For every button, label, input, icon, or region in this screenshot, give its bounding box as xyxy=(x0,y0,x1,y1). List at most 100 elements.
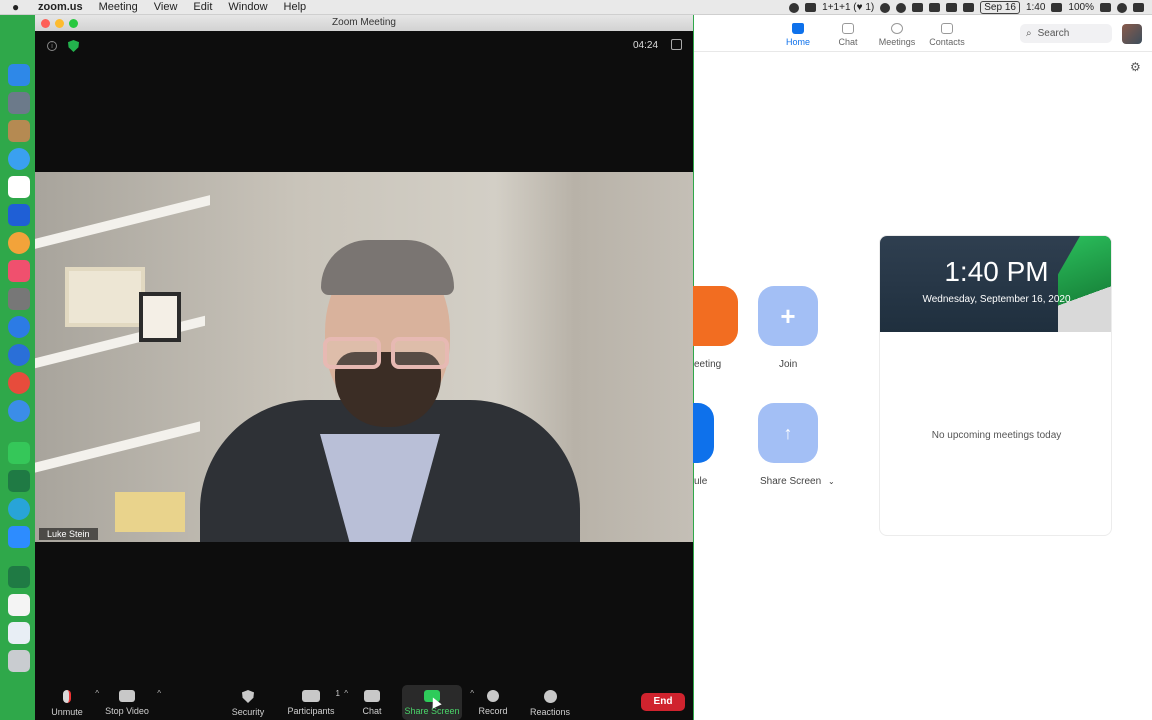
participant-video: Luke Stein xyxy=(35,172,693,542)
share-screen-label[interactable]: Share Screen ⌄ xyxy=(760,476,835,487)
home-icon xyxy=(792,23,804,34)
glasses-lens xyxy=(391,337,449,369)
notes-app-icon[interactable] xyxy=(8,120,30,142)
excel-document-icon[interactable] xyxy=(8,566,30,588)
participant-name-tag: Luke Stein xyxy=(39,528,98,540)
nav-contacts[interactable]: Contacts xyxy=(917,23,977,47)
menu-view[interactable]: View xyxy=(154,1,178,13)
security-label: Security xyxy=(231,707,265,717)
browser-icon[interactable] xyxy=(8,498,30,520)
document-icon[interactable] xyxy=(8,594,30,616)
end-meeting-button[interactable]: End xyxy=(641,693,685,711)
window-title: Zoom Meeting xyxy=(332,17,396,28)
nav-chat-label: Chat xyxy=(838,37,858,47)
clock-icon xyxy=(891,23,903,34)
record-icon xyxy=(487,690,499,702)
home-top-bar: Home Chat Meetings Contacts ⌕ Search xyxy=(694,15,1152,52)
chevron-up-icon[interactable]: ^ xyxy=(470,689,474,698)
reactions-label: Reactions xyxy=(529,707,571,717)
encryption-shield-icon[interactable] xyxy=(68,40,79,52)
minimize-icon[interactable] xyxy=(55,19,64,28)
cloud-icon[interactable] xyxy=(912,3,924,12)
messages-icon[interactable] xyxy=(8,148,30,170)
menu-extra-icon[interactable] xyxy=(805,3,817,12)
zoom-home-window: Home Chat Meetings Contacts ⌕ Search ⚙ e… xyxy=(654,15,1152,720)
dropbox-icon[interactable] xyxy=(929,3,941,12)
upload-arrow-icon: ↑ xyxy=(783,422,793,443)
box-on-shelf xyxy=(115,492,185,532)
excel-icon[interactable] xyxy=(8,470,30,492)
person-glasses xyxy=(323,337,455,371)
menu-time[interactable]: 1:40 xyxy=(1026,2,1045,13)
muted-microphone-icon xyxy=(63,690,71,703)
tweetbot-icon[interactable] xyxy=(8,344,30,366)
apple-menu-icon[interactable]: ● xyxy=(12,0,26,14)
chevron-up-icon[interactable]: ^ xyxy=(344,689,348,698)
control-center-icon[interactable] xyxy=(1133,3,1144,12)
record-status-icon[interactable] xyxy=(789,2,800,13)
chevron-up-icon[interactable]: ^ xyxy=(95,689,99,698)
dock xyxy=(0,58,34,678)
menu-bar: ● zoom.us Meeting View Edit Window Help … xyxy=(0,0,1152,15)
finder-icon[interactable] xyxy=(8,64,30,86)
reactions-button[interactable]: Reactions xyxy=(529,685,571,720)
status-circle-icon[interactable] xyxy=(880,2,891,13)
calendar-icon[interactable] xyxy=(8,176,30,198)
avatar[interactable] xyxy=(1122,24,1142,44)
window-title-bar: Zoom Meeting xyxy=(35,15,693,31)
search-placeholder: Search xyxy=(1037,28,1070,39)
zoom-app-icon[interactable] xyxy=(8,526,30,548)
participants-label: Participants xyxy=(287,706,335,716)
menu-app-name[interactable]: zoom.us xyxy=(38,1,83,13)
unmute-label: Unmute xyxy=(51,707,83,717)
menu-date[interactable]: Sep 16 xyxy=(980,1,1020,14)
participants-count: 1 xyxy=(335,689,340,698)
downloads-folder-icon[interactable] xyxy=(8,622,30,644)
wifi-icon[interactable] xyxy=(946,3,958,12)
new-meeting-label: eeting xyxy=(694,359,722,370)
status-app-icon[interactable] xyxy=(896,2,907,13)
info-icon[interactable]: i xyxy=(47,41,57,51)
status-counter-text[interactable]: 1+1+1 (♥ 1) xyxy=(822,2,874,13)
share-screen-button[interactable]: ↑ xyxy=(758,403,818,463)
settings-gear-icon[interactable]: ⚙ xyxy=(1130,60,1141,74)
battery-icon[interactable] xyxy=(1100,3,1111,12)
security-button[interactable]: Security xyxy=(230,685,266,720)
menu-status-area: 1+1+1 (♥ 1) Sep 16 1:40 100% xyxy=(789,0,1144,15)
zoom-meeting-window: Zoom Meeting i 04:24 Luke Stein Unmute ^ xyxy=(35,15,693,720)
reminders-icon[interactable] xyxy=(8,204,30,226)
volume-icon[interactable] xyxy=(1051,3,1063,12)
join-button[interactable]: + xyxy=(758,286,818,346)
stop-video-button[interactable]: Stop Video ^ xyxy=(105,685,161,720)
launchpad-icon[interactable] xyxy=(8,92,30,114)
chrome-icon[interactable] xyxy=(8,372,30,394)
trash-icon[interactable] xyxy=(8,650,30,672)
participants-button[interactable]: Participants 1 ^ xyxy=(286,685,348,720)
fullscreen-icon[interactable] xyxy=(671,39,682,50)
menu-edit[interactable]: Edit xyxy=(193,1,212,13)
nav-meetings-label: Meetings xyxy=(878,37,916,47)
spotlight-icon[interactable] xyxy=(1117,2,1127,13)
search-box[interactable]: ⌕ Search xyxy=(1020,24,1112,43)
battery-percent[interactable]: 100% xyxy=(1068,2,1094,13)
app-store-icon[interactable] xyxy=(8,316,30,338)
photos-icon[interactable] xyxy=(8,232,30,254)
chevron-up-icon[interactable]: ^ xyxy=(157,689,161,698)
chat-bubble-icon xyxy=(364,690,380,702)
menu-window[interactable]: Window xyxy=(228,1,267,13)
bluetooth-icon[interactable] xyxy=(963,3,975,12)
close-icon[interactable] xyxy=(41,19,50,28)
contacts-icon xyxy=(941,23,953,34)
menu-meeting[interactable]: Meeting xyxy=(99,1,138,13)
schedule-label: ule xyxy=(694,476,708,487)
record-button[interactable]: Record xyxy=(477,685,509,720)
facetime-icon[interactable] xyxy=(8,442,30,464)
music-icon[interactable] xyxy=(8,260,30,282)
safari-icon[interactable] xyxy=(8,400,30,422)
chat-button[interactable]: Chat xyxy=(357,685,387,720)
clock-time: 1:40 PM xyxy=(944,256,1049,287)
preview-icon[interactable] xyxy=(8,288,30,310)
maximize-icon[interactable] xyxy=(69,19,78,28)
unmute-button[interactable]: Unmute ^ xyxy=(47,685,99,720)
menu-help[interactable]: Help xyxy=(284,1,307,13)
